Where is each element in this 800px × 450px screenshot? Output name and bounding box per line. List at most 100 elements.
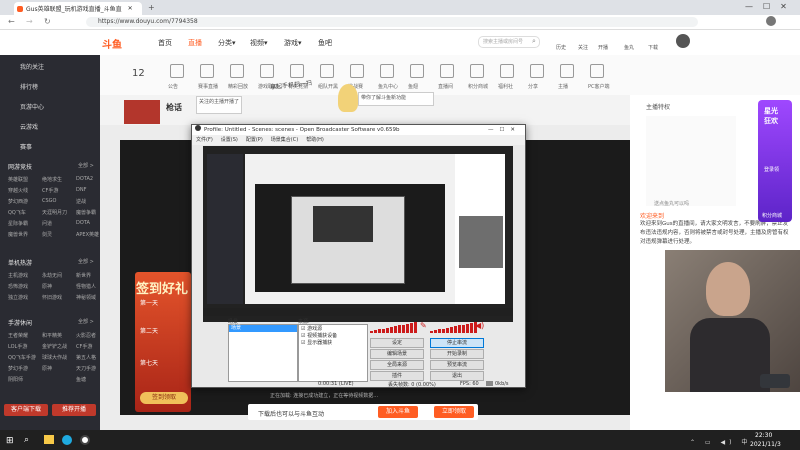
- top-icon-history[interactable]: 历史: [556, 44, 566, 51]
- category-icon[interactable]: [200, 64, 214, 78]
- sidebar-category-link[interactable]: 新世界: [76, 272, 91, 279]
- sidebar-category-link[interactable]: 球球大作战: [42, 354, 67, 361]
- windows-start-icon[interactable]: ⊞: [6, 436, 14, 446]
- sidebar-item-rank[interactable]: 排行榜: [20, 82, 38, 91]
- user-avatar[interactable]: [676, 34, 690, 48]
- nav-live[interactable]: 直播: [188, 38, 202, 48]
- obs-scene-item[interactable]: 场景: [229, 325, 297, 332]
- sidebar-item-webgames[interactable]: 页游中心: [20, 102, 44, 111]
- obs-edit-scene-button[interactable]: 编辑场景: [370, 349, 424, 359]
- sidebar-category-link[interactable]: DOTA: [76, 220, 90, 226]
- nav-category[interactable]: 分类▾: [218, 38, 236, 48]
- sidebar-group-more[interactable]: 全部 >: [78, 162, 94, 169]
- obs-stop-stream-button[interactable]: 停止串流: [430, 338, 484, 348]
- sidebar-category-link[interactable]: 恐怖游戏: [8, 283, 28, 290]
- category-label[interactable]: 积分商城: [468, 83, 488, 90]
- obs-menu-profile[interactable]: 配置(P): [246, 137, 263, 143]
- category-label[interactable]: PC客户端: [588, 83, 610, 90]
- speaker-icon[interactable]: ◀): [475, 321, 484, 330]
- sidebar-category-link[interactable]: 梦幻西游: [8, 198, 28, 205]
- top-icon-live[interactable]: 开播: [598, 44, 608, 51]
- category-label[interactable]: 公告: [168, 83, 178, 90]
- sidebar-category-link[interactable]: 魔兽争霸: [76, 209, 96, 216]
- category-label[interactable]: 鱼丸中心: [378, 83, 398, 90]
- sidebar-category-link[interactable]: 梦幻手游: [8, 365, 28, 372]
- sidebar-category-link[interactable]: 原神: [42, 283, 52, 290]
- search-icon[interactable]: ⌕: [532, 37, 536, 46]
- category-icon[interactable]: [350, 64, 364, 78]
- category-icon[interactable]: [290, 64, 304, 78]
- category-icon[interactable]: [560, 64, 574, 78]
- sidebar-category-link[interactable]: 阴阳师: [8, 376, 23, 383]
- nav-yuba[interactable]: 鱼吧: [318, 38, 332, 48]
- category-icon[interactable]: [410, 64, 424, 78]
- sidebar-category-link[interactable]: 天刀手游: [76, 365, 96, 372]
- category-icon[interactable]: [530, 64, 544, 78]
- sidebar-group-more[interactable]: 全部 >: [78, 318, 94, 325]
- taskbar-edge-icon[interactable]: [62, 435, 72, 445]
- category-icon[interactable]: [320, 64, 334, 78]
- sidebar-category-link[interactable]: 神秘领域: [76, 294, 96, 301]
- obs-preview-stream-button[interactable]: 预览串流: [430, 360, 484, 370]
- obs-menu-settings[interactable]: 设置(S): [221, 137, 238, 143]
- sidebar-category-link[interactable]: 火影忍者: [76, 332, 96, 339]
- top-icon-download[interactable]: 下载: [648, 44, 658, 51]
- sidebar-category-link[interactable]: 绝地求生: [42, 176, 62, 183]
- sidebar-category-link[interactable]: 主机游戏: [8, 272, 28, 279]
- obs-global-sources-button[interactable]: 全局来源: [370, 360, 424, 370]
- sidebar-category-link[interactable]: 第五人格: [76, 354, 96, 361]
- sidebar-item-follow[interactable]: 我的关注: [20, 62, 44, 71]
- category-icon[interactable]: [500, 64, 514, 78]
- taskbar-search-icon[interactable]: ⌕: [24, 435, 29, 445]
- category-label[interactable]: 精彩回放: [228, 83, 248, 90]
- category-label[interactable]: 主播: [558, 83, 568, 90]
- top-icon-fishball[interactable]: 鱼丸: [624, 44, 634, 51]
- sidebar-category-link[interactable]: CF手游: [76, 343, 92, 350]
- sidebar-group-more[interactable]: 全部 >: [78, 258, 94, 265]
- category-icon[interactable]: [470, 64, 484, 78]
- sidebar-category-link[interactable]: 逆战: [76, 198, 86, 205]
- sidebar-category-link[interactable]: 穿越火线: [8, 187, 28, 194]
- category-label[interactable]: 赛事直播: [198, 83, 218, 90]
- category-label[interactable]: 分享: [528, 83, 538, 90]
- category-icon[interactable]: [230, 64, 244, 78]
- obs-menu-file[interactable]: 文件(F): [196, 137, 213, 143]
- sidebar-category-link[interactable]: 怪物猎人: [76, 283, 96, 290]
- sidebar-category-link[interactable]: DNF: [76, 187, 86, 193]
- category-label[interactable]: 鱼翅: [408, 83, 418, 90]
- obs-plugins-button[interactable]: 插件: [370, 371, 424, 381]
- tab-close-icon[interactable]: ✕: [128, 5, 133, 12]
- sidebar-category-link[interactable]: 永劫无间: [42, 272, 62, 279]
- sidebar-category-link[interactable]: 剑灵: [42, 231, 52, 238]
- recommend-live-button[interactable]: 推荐开播: [52, 404, 96, 416]
- obs-source-item[interactable]: ☑ 视频捕获设备: [299, 332, 367, 339]
- obs-menu-help[interactable]: 帮助(H): [306, 137, 324, 143]
- category-icon[interactable]: [440, 64, 454, 78]
- top-icon-follow[interactable]: 关注: [578, 44, 588, 51]
- sidebar-category-link[interactable]: 问道: [42, 220, 52, 227]
- tray-time[interactable]: 22:30: [755, 432, 772, 439]
- sidebar-category-link[interactable]: 天涯明月刀: [42, 209, 67, 216]
- url-input[interactable]: https://www.douyu.com/7794358: [86, 17, 698, 27]
- sidebar-category-link[interactable]: 王者荣耀: [8, 332, 28, 339]
- category-label[interactable]: 直播间: [438, 83, 453, 90]
- category-icon[interactable]: [170, 64, 184, 78]
- tray-date[interactable]: 2021/11/3: [750, 441, 781, 448]
- client-download-button[interactable]: 客户端下载: [4, 404, 48, 416]
- category-icon[interactable]: [260, 64, 274, 78]
- nav-video[interactable]: 视频▾: [250, 38, 268, 48]
- sidebar-item-events[interactable]: 赛事: [20, 142, 32, 151]
- claim-button[interactable]: 立即领取: [434, 406, 474, 418]
- sidebar-category-link[interactable]: 原神: [42, 365, 52, 372]
- back-icon[interactable]: ←: [8, 17, 15, 26]
- site-logo[interactable]: 斗鱼: [102, 36, 122, 51]
- nav-home[interactable]: 首页: [158, 38, 172, 48]
- sidebar-category-link[interactable]: LOL手游: [8, 343, 27, 350]
- category-label[interactable]: 福利社: [498, 83, 513, 90]
- new-tab-button[interactable]: +: [148, 3, 155, 12]
- sidebar-category-link[interactable]: 和平精英: [42, 332, 62, 339]
- obs-window-controls[interactable]: —☐✕: [488, 125, 521, 135]
- sidebar-category-link[interactable]: 魔兽世界: [8, 231, 28, 238]
- sign-claim-button[interactable]: 签到领取: [140, 392, 188, 404]
- join-button[interactable]: 加入斗鱼: [378, 406, 418, 418]
